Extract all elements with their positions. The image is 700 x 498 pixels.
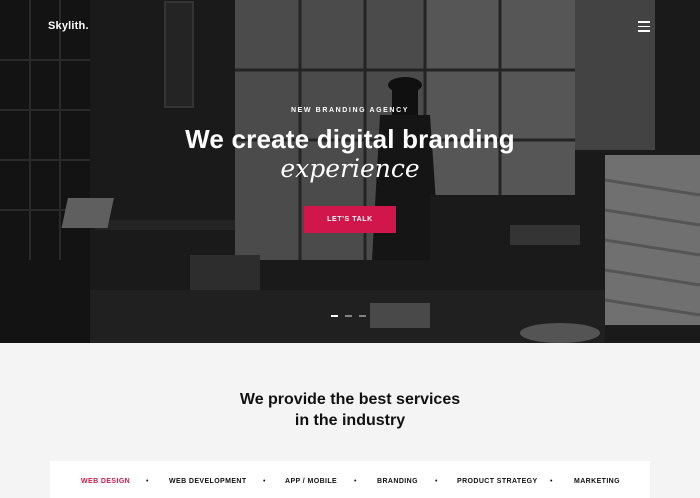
tab-web-design[interactable]: WEB DESIGN [81, 478, 130, 485]
hero-headline-italic: experience [280, 154, 420, 183]
tab-separator: • [550, 478, 553, 485]
tab-separator: • [146, 478, 149, 485]
services-heading-line-2: in the industry [294, 412, 406, 429]
lets-talk-button[interactable]: LET'S TALK [304, 206, 396, 233]
tab-app-mobile[interactable]: APP / MOBILE [285, 478, 337, 485]
slider-dot-1[interactable] [331, 315, 338, 317]
hero-headline: We create digital branding [185, 124, 515, 154]
brand-logo[interactable]: Skylith. [48, 20, 89, 32]
hero-section: Skylith. NEW BRANDING AGENCY We create d… [0, 0, 700, 343]
tab-separator: • [263, 478, 266, 485]
tab-marketing[interactable]: MARKETING [574, 478, 620, 485]
tab-product-strategy[interactable]: PRODUCT STRATEGY [457, 478, 538, 485]
tab-web-development[interactable]: WEB DEVELOPMENT [169, 478, 247, 485]
services-heading-line-1: We provide the best services [239, 391, 461, 408]
slider-dot-3[interactable] [359, 315, 366, 317]
hamburger-menu-icon[interactable] [638, 21, 650, 32]
hero-eyebrow: NEW BRANDING AGENCY [290, 107, 410, 114]
tab-separator: • [354, 478, 357, 485]
tab-separator: • [435, 478, 438, 485]
services-heading: We provide the best services in the indu… [0, 389, 700, 431]
services-tabs: WEB DESIGN • WEB DEVELOPMENT • APP / MOB… [50, 461, 650, 498]
tab-branding[interactable]: BRANDING [377, 478, 418, 485]
slider-dot-2[interactable] [345, 315, 352, 317]
